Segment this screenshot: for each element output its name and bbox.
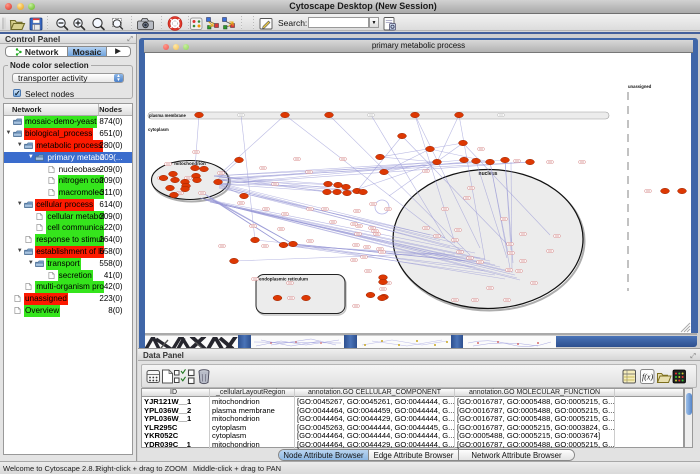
svg-text:unassigned: unassigned — [628, 84, 652, 89]
svg-text:cytoplasm: cytoplasm — [148, 127, 169, 132]
svg-text:plasma membrane: plasma membrane — [149, 113, 186, 118]
svg-text:mitochondrion: mitochondrion — [174, 161, 206, 166]
svg-text:nucleus: nucleus — [479, 171, 498, 177]
svg-text:endoplasmic reticulum: endoplasmic reticulum — [259, 277, 308, 282]
svg-text:f(x): f(x) — [642, 373, 653, 382]
